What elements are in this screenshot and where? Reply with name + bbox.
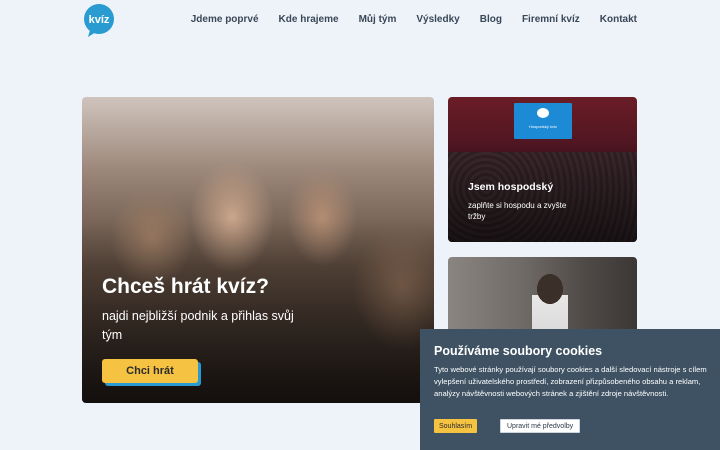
card-title: Jsem hospodský [468,181,554,193]
card-second[interactable] [448,257,637,337]
card-hospodsky[interactable]: Hospodský kvíz Jsem hospodský zaplňte si… [448,97,637,242]
nav-item-blog[interactable]: Blog [480,14,502,25]
cookie-preferences-button[interactable]: Upravit mé předvolby [500,419,581,433]
hero-card: Chceš hrát kvíz? najdi nejbližší podnik … [82,97,434,403]
cookie-text: Tyto webové stránky používají soubory co… [434,365,707,398]
main-nav: Jdeme poprvé Kde hrajeme Můj tým Výsledk… [191,14,637,25]
hero-photo [82,97,434,403]
kviz-logo[interactable]: kvíz [82,4,116,38]
nav-item-muj-tym[interactable]: Můj tým [359,14,397,25]
card-photo-person [532,267,568,337]
nav-item-jdeme-poprve[interactable]: Jdeme poprvé [191,14,259,25]
nav-item-vysledky[interactable]: Výsledky [416,14,459,25]
nav-item-kde-hrajeme[interactable]: Kde hrajeme [279,14,339,25]
cookie-title: Používáme soubory cookies [434,344,603,358]
nav-item-kontakt[interactable]: Kontakt [600,14,637,25]
hero-subtitle: najdi nejbližší podnik a přihlas svůj tý… [102,309,294,342]
chci-hrat-button[interactable]: Chci hrát [102,359,198,383]
nav-item-firemni-kviz[interactable]: Firemní kvíz [522,14,580,25]
cookie-accept-button[interactable]: Souhlasím [434,419,478,433]
card-text: zaplňte si hospodu a zvyšte tržby [468,201,567,221]
cookie-banner: Používáme soubory cookies Tyto webové st… [420,329,720,450]
hero-title: Chceš hrát kvíz? [102,275,269,298]
logo-text: kvíz [89,14,110,26]
